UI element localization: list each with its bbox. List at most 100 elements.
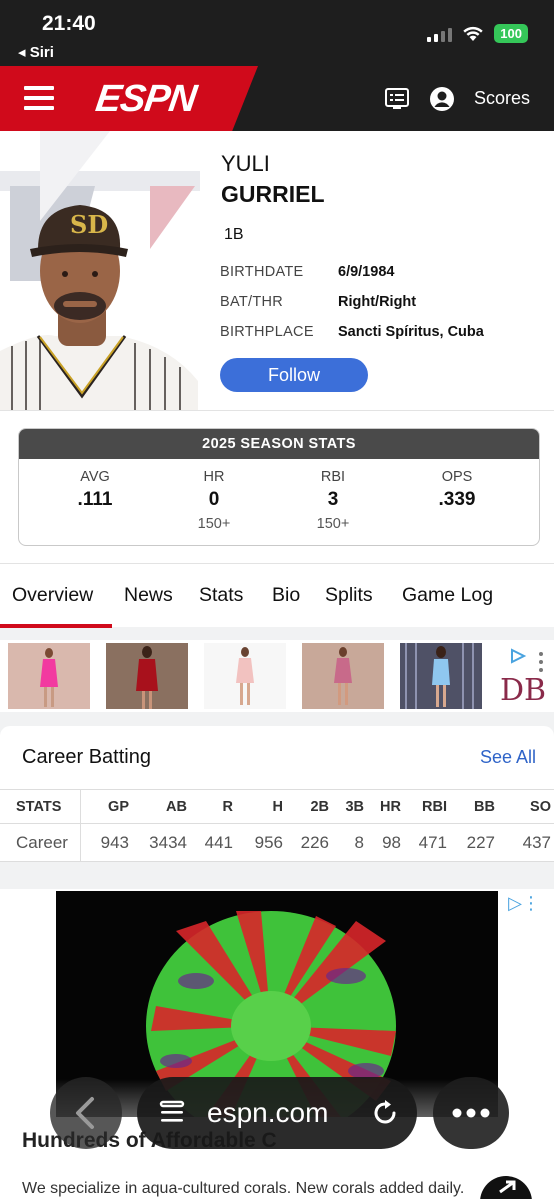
cellular-signal-icon xyxy=(427,26,453,42)
table-header: RBI xyxy=(404,789,450,824)
browser-back-button[interactable] xyxy=(50,1077,122,1149)
ad-product-image[interactable] xyxy=(302,643,384,709)
reload-icon[interactable] xyxy=(369,1097,401,1129)
espn-header: ESPN Scores xyxy=(0,66,554,131)
tab-game-log[interactable]: Game Log xyxy=(402,584,493,607)
season-stats-title: 2025 SEASON STATS xyxy=(19,429,539,459)
stat-value: .339 xyxy=(438,489,476,510)
battery-indicator: 100 xyxy=(494,24,528,43)
career-batting-card: Career Batting See All STATS GP AB R H 2… xyxy=(0,726,554,862)
dress-ad-banner[interactable]: DB xyxy=(0,640,554,712)
tab-bio[interactable]: Bio xyxy=(272,584,300,607)
table-row: Career 943 3434 441 956 226 8 98 471 227… xyxy=(0,823,554,862)
coral-ad[interactable]: ▷⋮ Hundreds of Affordable C We specializ… xyxy=(0,889,554,1199)
table-header: SO xyxy=(498,789,554,824)
player-position: 1B xyxy=(224,226,244,243)
stat-value: 3 xyxy=(327,489,339,510)
table-header: AB xyxy=(132,789,190,824)
ad-product-image[interactable] xyxy=(8,643,90,709)
table-cell: 471 xyxy=(404,823,450,862)
ad-body-text[interactable]: We specialize in aqua-cultured corals. N… xyxy=(22,1180,464,1198)
arrow-icon xyxy=(499,1180,516,1194)
svg-text:DB: DB xyxy=(500,673,546,708)
stat-label: HR xyxy=(203,469,225,485)
stat-ops: OPS .339 xyxy=(397,469,517,511)
hamburger-menu-icon[interactable] xyxy=(24,86,54,110)
season-stats-section: 2025 SEASON STATS AVG .111 HR 0 150+ RBI… xyxy=(0,410,554,563)
stat-label: AVG xyxy=(80,469,110,485)
stat-hr: HR 0 150+ xyxy=(154,469,274,532)
table-header: GP xyxy=(80,789,132,824)
svg-text:SD: SD xyxy=(70,210,108,239)
adchoices-icon[interactable]: ▷⋮ xyxy=(508,893,540,914)
browser-more-button[interactable] xyxy=(433,1077,509,1149)
stat-rank: 150+ xyxy=(197,516,231,532)
info-label: BIRTHPLACE xyxy=(220,324,314,340)
chevron-left-icon xyxy=(76,1097,94,1129)
tab-splits[interactable]: Splits xyxy=(325,584,373,607)
table-cell: 227 xyxy=(450,823,498,862)
table-cell: 437 xyxy=(498,823,554,862)
table-header: 2B xyxy=(286,789,332,824)
table-cell: 3434 xyxy=(132,823,190,862)
espn-logo[interactable]: ESPN xyxy=(93,78,198,121)
table-cell: Career xyxy=(0,823,81,862)
player-headshot: SD xyxy=(0,131,200,410)
player-last-name: GURRIEL xyxy=(221,181,325,207)
back-to-siri-link[interactable]: ◂ Siri xyxy=(18,43,54,61)
info-value: Sancti Spíritus, Cuba xyxy=(338,324,484,340)
reader-mode-icon[interactable] xyxy=(159,1099,189,1127)
table-cell: 226 xyxy=(286,823,332,862)
table-header: HR xyxy=(367,789,404,824)
watch-list-icon[interactable] xyxy=(384,86,410,112)
table-header: STATS xyxy=(0,789,81,824)
table-cell: 956 xyxy=(236,823,286,862)
status-time: 21:40 xyxy=(42,12,96,35)
player-card: SD YULI GURRIEL 1B BIRTHDATE 6/9/1984 BA… xyxy=(0,131,554,410)
tab-overview[interactable]: Overview xyxy=(12,584,93,607)
table-header: 3B xyxy=(332,789,367,824)
url-text[interactable]: espn.com xyxy=(207,1097,328,1129)
tab-news[interactable]: News xyxy=(124,584,173,607)
info-value: Right/Right xyxy=(338,294,417,310)
info-label: BAT/THR xyxy=(220,294,284,310)
wifi-icon xyxy=(463,26,483,41)
stat-value: .111 xyxy=(77,489,113,510)
player-first-name: YULI xyxy=(221,151,270,176)
active-tab-indicator xyxy=(0,624,112,628)
ad-product-image[interactable] xyxy=(400,643,482,709)
stat-value: 0 xyxy=(208,489,220,510)
stat-rank: 150+ xyxy=(316,516,350,532)
stat-label: RBI xyxy=(320,469,346,485)
ad-product-image[interactable] xyxy=(106,643,188,709)
table-header-row: STATS GP AB R H 2B 3B HR RBI BB SO xyxy=(0,789,554,824)
table-header: BB xyxy=(450,789,498,824)
stat-avg: AVG .111 xyxy=(35,469,155,511)
player-tabs: Overview News Stats Bio Splits Game Log xyxy=(0,563,554,628)
ad-product-image[interactable] xyxy=(204,643,286,709)
profile-icon[interactable] xyxy=(429,86,455,112)
table-cell: 8 xyxy=(332,823,367,862)
status-bar: 21:40 ◂ Siri 100 xyxy=(0,0,554,66)
stat-rbi: RBI 3 150+ xyxy=(273,469,393,532)
table-cell: 943 xyxy=(80,823,132,862)
season-stats-card: 2025 SEASON STATS AVG .111 HR 0 150+ RBI… xyxy=(18,428,540,546)
info-value: 6/9/1984 xyxy=(338,264,395,280)
table-header: H xyxy=(236,789,286,824)
ad-arrow-button[interactable] xyxy=(480,1176,532,1199)
status-icons: 100 xyxy=(427,24,528,43)
stat-label: OPS xyxy=(441,469,473,485)
table-header: R xyxy=(190,789,236,824)
career-batting-table: STATS GP AB R H 2B 3B HR RBI BB SO Caree… xyxy=(0,789,554,862)
table-cell: 441 xyxy=(190,823,236,862)
follow-button[interactable]: Follow xyxy=(220,358,368,392)
scores-link[interactable]: Scores xyxy=(474,88,530,109)
tab-stats[interactable]: Stats xyxy=(199,584,243,607)
address-bar[interactable]: espn.com xyxy=(137,1077,417,1149)
more-icon xyxy=(452,1108,490,1118)
career-batting-title: Career Batting xyxy=(22,746,151,768)
info-label: BIRTHDATE xyxy=(220,264,304,280)
ad-brand-logo[interactable]: DB xyxy=(498,646,546,708)
see-all-link[interactable]: See All xyxy=(480,747,536,768)
table-cell: 98 xyxy=(367,823,404,862)
